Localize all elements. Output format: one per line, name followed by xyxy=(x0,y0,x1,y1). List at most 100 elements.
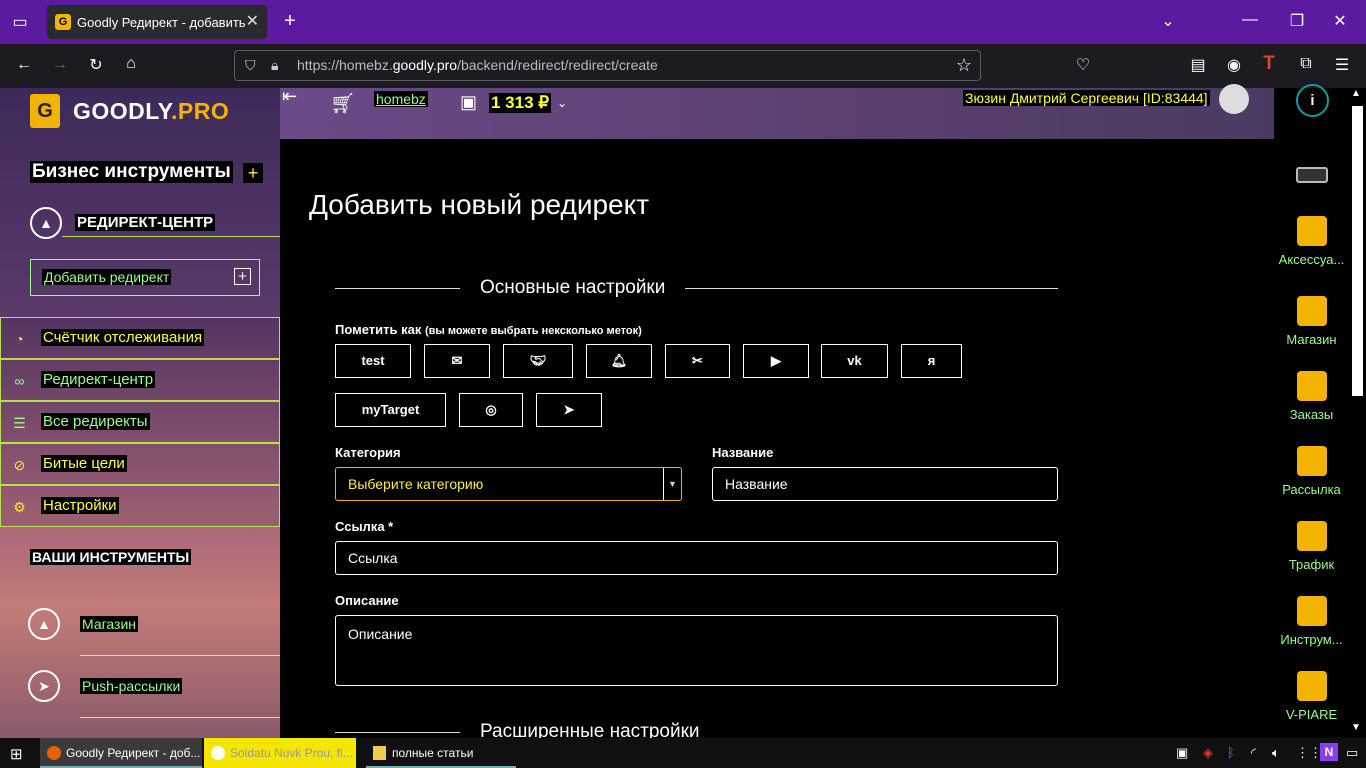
rightbar-traffic[interactable]: Трафик xyxy=(1274,521,1349,572)
maximize-icon[interactable]: ❐ xyxy=(1287,11,1307,31)
forward-icon[interactable]: → xyxy=(50,56,70,74)
shop-link[interactable]: homebz xyxy=(374,91,428,107)
close-window-icon[interactable]: ✕ xyxy=(1330,11,1350,31)
avatar[interactable] xyxy=(1219,84,1249,114)
sidebar-item-all-redirects[interactable]: ☰ Все редиректы xyxy=(0,401,280,443)
rightbar-shop[interactable]: Магазин xyxy=(1274,296,1349,347)
windows-start-icon[interactable]: ⊞ xyxy=(10,745,23,763)
sidebar-item-label: Все редиректы xyxy=(41,413,150,430)
reader-view-icon[interactable]: ▤ xyxy=(1188,55,1208,75)
rightbar-label: Трафик xyxy=(1288,557,1335,572)
wifi-icon[interactable]: ◜ xyxy=(1251,745,1256,761)
gear-icon: ⚙ xyxy=(13,499,26,515)
tray-app-icon[interactable]: ◈ xyxy=(1203,745,1213,761)
tag-vk-icon[interactable]: vk xyxy=(821,344,888,378)
browser-tab-bar: ▭ G Goodly Редирект - добавить ✕ + ⌄ — ❐… xyxy=(0,0,1366,44)
tool-shop-link[interactable]: Магазин xyxy=(80,616,139,632)
tag-unlink-icon[interactable]: ✂ xyxy=(665,344,730,378)
cart-icon[interactable]: 🛒︎ xyxy=(330,91,355,116)
reload-icon[interactable]: ↻ xyxy=(86,55,106,75)
megaphone-icon xyxy=(1296,671,1327,701)
sidebar: G GOODLY.PRO Бизнес инструменты + ▲ РЕДИ… xyxy=(0,88,280,738)
taskbar-app-folder[interactable]: полные статьи xyxy=(366,738,516,768)
rightbar-label: V-PIARE xyxy=(1285,707,1338,722)
collapse-sidebar-icon[interactable]: ⇤ xyxy=(282,86,297,107)
scroll-down-icon[interactable]: ▼ xyxy=(1351,722,1361,733)
tags-label: Пометить как (вы можете выбрать нексколь… xyxy=(335,322,642,337)
sidebar-item-broken-goals[interactable]: ⊘ Битые цели xyxy=(0,443,280,485)
close-tab-icon[interactable]: ✕ xyxy=(246,11,259,31)
taskbar-app-label: Goodly Редирект - доб... xyxy=(66,746,201,760)
menu-icon[interactable]: ☰ xyxy=(1332,55,1352,75)
category-label: Категория xyxy=(335,445,401,460)
tag-email-icon[interactable]: ✉ xyxy=(424,344,490,378)
tag-mytarget[interactable]: myTarget xyxy=(335,393,446,427)
browser-tab[interactable]: G Goodly Редирект - добавить ✕ xyxy=(47,5,267,39)
send-icon[interactable]: ➤ xyxy=(28,670,60,702)
category-select-value: Выберите категорию xyxy=(348,476,484,492)
balance[interactable]: 1 313 ₽ xyxy=(489,93,552,113)
name-input[interactable]: Название xyxy=(712,467,1058,501)
gauge-icon: ◔ xyxy=(15,331,24,347)
rightbar-vpiare[interactable]: V-PIARE xyxy=(1274,671,1349,722)
back-icon[interactable]: ← xyxy=(14,56,34,74)
tag-instagram-icon[interactable]: ◎ xyxy=(459,393,523,427)
redirect-center-group-label: РЕДИРЕКТ-ЦЕНТР xyxy=(75,214,216,231)
list-all-tabs-icon[interactable]: ⌄ xyxy=(1158,11,1178,31)
home-icon[interactable]: ⌂ xyxy=(121,55,141,73)
extension-t-icon[interactable]: T xyxy=(1259,53,1279,75)
extensions-icon[interactable]: ⧉ xyxy=(1296,55,1316,73)
divider xyxy=(335,732,460,733)
tab-list-icon[interactable]: ▭ xyxy=(10,12,30,32)
rightbar-accessories[interactable]: Аксессуа... xyxy=(1274,216,1349,267)
shield-icon[interactable]: ⛉ xyxy=(245,51,256,80)
scroll-up-icon[interactable]: ▲ xyxy=(1351,88,1361,99)
description-textarea[interactable]: Описание xyxy=(335,615,1058,686)
tray-n-icon[interactable]: N xyxy=(1320,743,1338,761)
link-input[interactable]: Ссылка xyxy=(335,541,1058,575)
bookmark-star-icon[interactable]: ☆ xyxy=(956,51,972,80)
tags-hint: (вы можете выбрать нексколько меток) xyxy=(425,325,642,337)
notification-icon[interactable]: ▭ xyxy=(1346,745,1358,761)
sidebar-item-tracking-counter[interactable]: ◔ Счётчик отслеживания xyxy=(0,317,280,359)
theme-toggle[interactable] xyxy=(1296,167,1328,183)
sidebar-item-settings[interactable]: ⚙ Настройки xyxy=(0,485,280,527)
folder-icon xyxy=(373,746,386,760)
bluetooth-icon[interactable]: ᛒ xyxy=(1227,745,1235,760)
expand-tools-button[interactable]: + xyxy=(243,163,263,183)
bag-icon[interactable]: ▲ xyxy=(28,608,60,640)
rightbar-tools[interactable]: Инструм... xyxy=(1274,596,1349,647)
tag-telegram-icon[interactable]: ➤ xyxy=(536,393,602,427)
goodly-logo-icon[interactable]: G xyxy=(30,94,60,128)
tag-handshake-icon[interactable]: 🤝︎ xyxy=(503,344,573,378)
user-name[interactable]: Зюзин Дмитрий Сергеевич [ID:83444] xyxy=(963,90,1210,106)
minimize-icon[interactable]: — xyxy=(1240,11,1260,29)
sidebar-item-redirect-center[interactable]: ∞ Редирект-центр xyxy=(0,359,280,401)
info-icon[interactable]: i xyxy=(1296,84,1329,117)
taskbar-app-player[interactable]: Soldatu Nuvk Prou, fi... xyxy=(204,738,356,768)
url-bar[interactable]: ⛉ 🔒︎ https://homebz.goodly.pro/backend/r… xyxy=(234,50,981,81)
wallet-icon[interactable]: ▣ xyxy=(460,92,477,113)
add-redirect-button[interactable]: Добавить редирект + xyxy=(30,259,260,296)
tray-tool-icon[interactable]: ⋮⋮ xyxy=(1296,745,1322,761)
tool-push-link[interactable]: Push-рассылки xyxy=(80,678,183,694)
balance-dropdown-icon[interactable]: ⌄ xyxy=(557,96,567,110)
rightbar-orders[interactable]: Заказы xyxy=(1274,371,1349,422)
chevron-down-icon[interactable]: ▼ xyxy=(663,468,681,500)
pocket-icon[interactable]: ♡ xyxy=(1073,55,1093,75)
tag-test[interactable]: test xyxy=(335,344,411,378)
tag-yandex-icon[interactable]: я xyxy=(901,344,962,378)
tag-youtube-icon[interactable]: ▶ xyxy=(743,344,809,378)
rightbar-mailing[interactable]: Рассылка xyxy=(1274,446,1349,497)
lock-icon[interactable]: 🔒︎ xyxy=(271,51,278,80)
volume-icon[interactable]: 🔈︎ xyxy=(1272,745,1280,761)
page-scrollbar[interactable]: ▲ ▼ xyxy=(1349,88,1366,738)
taskbar-app-firefox[interactable]: Goodly Редирект - доб... xyxy=(40,738,202,768)
tray-network-icon[interactable]: ▣ xyxy=(1176,745,1188,761)
new-tab-icon[interactable]: + xyxy=(280,10,300,33)
logo-text[interactable]: GOODLY.PRO xyxy=(73,98,229,125)
tag-bell-icon[interactable]: 🔔︎ xyxy=(586,344,652,378)
scroll-thumb[interactable] xyxy=(1352,106,1363,396)
category-select[interactable]: Выберите категорию ▼ xyxy=(335,467,682,501)
account-icon[interactable]: ◉ xyxy=(1224,55,1244,75)
